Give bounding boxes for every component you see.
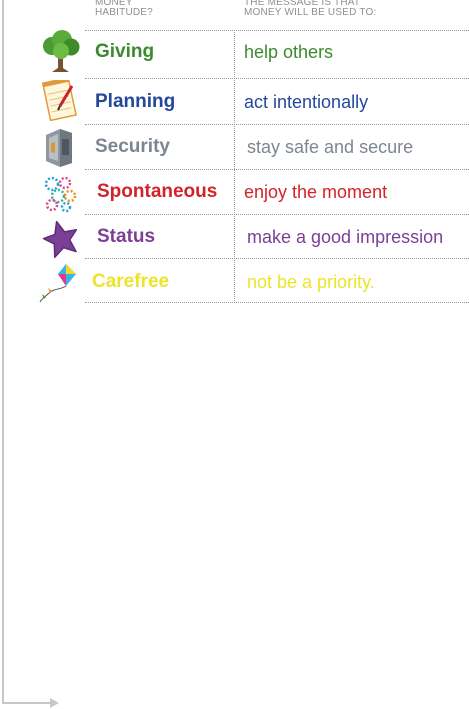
message-planning: act intentionally: [244, 92, 369, 112]
message-spontaneous: enjoy the moment: [244, 182, 388, 202]
habitude-label-carefree: Carefree: [92, 271, 170, 292]
fireworks-icon: [38, 170, 84, 214]
axis-arrow-icon: [50, 698, 59, 708]
message-security: stay safe and secure: [247, 137, 414, 157]
habitude-label-spontaneous: Spontaneous: [97, 181, 218, 202]
kite-icon: [38, 260, 84, 304]
habitude-label-status: Status: [97, 226, 156, 247]
row-divider: [85, 78, 469, 79]
habitude-row-carefree: Carefree not be a priority.: [0, 260, 469, 304]
habitude-row-status: Status make a good impression: [0, 215, 469, 259]
habitude-row-spontaneous: Spontaneous enjoy the moment: [0, 170, 469, 214]
message-giving: help others: [244, 42, 334, 62]
habitude-row-planning: Planning act intentionally: [0, 80, 469, 124]
bottom-axis-line: [2, 702, 54, 704]
star-icon: [38, 215, 84, 259]
message-carefree: not be a priority.: [247, 272, 375, 292]
notepad-pen-icon: [38, 80, 84, 124]
message-status: make a good impression: [247, 227, 444, 247]
habitude-row-giving: Giving help others: [0, 30, 469, 74]
safe-icon: [38, 125, 84, 169]
header-left-line2: HABITUDE?: [95, 7, 153, 18]
header-right-line2: MONEY WILL BE USED TO:: [244, 7, 377, 18]
column-header-message: THE MESSAGE IS THAT MONEY WILL BE USED T…: [244, 0, 376, 18]
tree-icon: [38, 30, 84, 74]
column-header-habitude: MONEY HABITUDE?: [95, 0, 153, 18]
habitude-label-giving: Giving: [95, 41, 155, 62]
habitude-label-security: Security: [95, 136, 170, 157]
habitude-label-planning: Planning: [95, 91, 176, 112]
habitude-row-security: Security stay safe and secure: [0, 125, 469, 169]
